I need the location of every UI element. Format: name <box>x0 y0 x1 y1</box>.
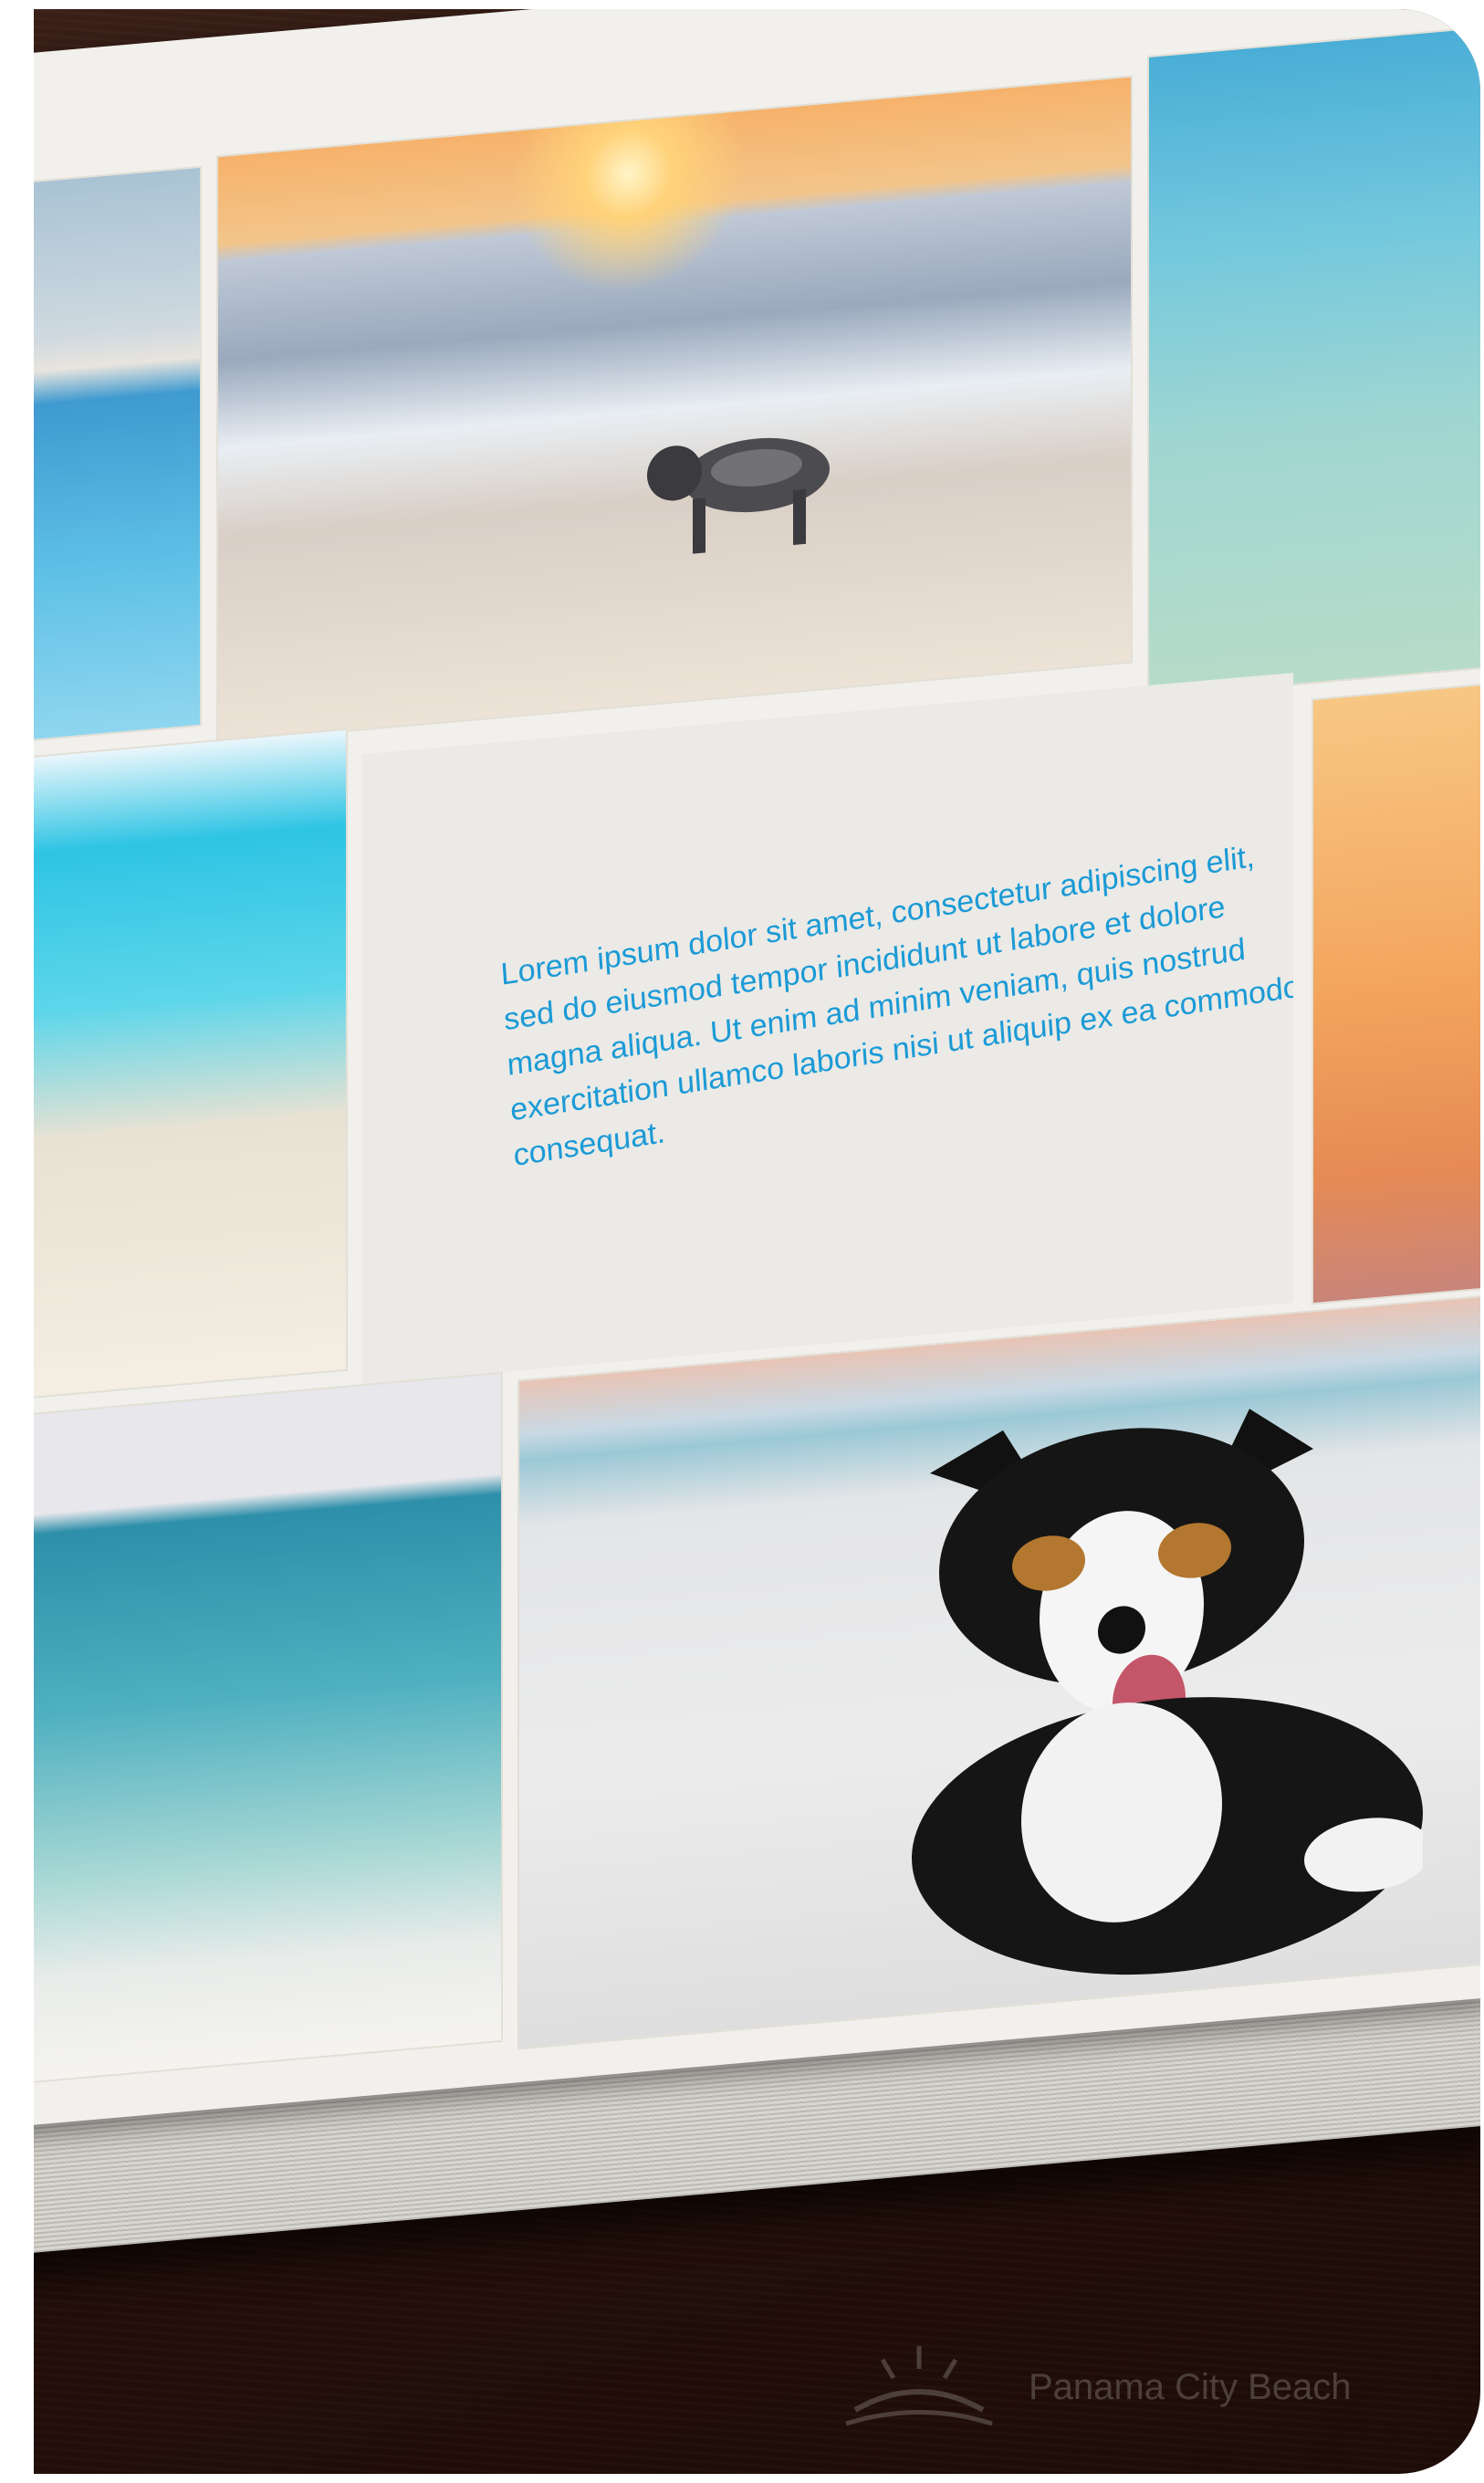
photo-pool <box>34 165 202 745</box>
caption-text: Lorem ipsum dolor sit amet, consectetur … <box>499 839 1293 1174</box>
caption-block: Lorem ipsum dolor sit amet, consectetur … <box>362 673 1293 1385</box>
photo-sea <box>34 1371 503 2087</box>
photo-shoreline <box>34 728 348 1402</box>
dog-silhouette <box>647 437 830 554</box>
photo-frame: Lorem ipsum dolor sit amet, consectetur … <box>34 9 1480 2474</box>
person-silhouette <box>1478 74 1480 357</box>
photo-sunset <box>1312 671 1480 1305</box>
book-spread: Lorem ipsum dolor sit amet, consectetur … <box>34 9 1480 2136</box>
watermark-text: Panama City Beach <box>1029 2366 1352 2407</box>
photo-person-wading <box>1147 14 1480 699</box>
dog-portrait-silhouette <box>912 1409 1423 1975</box>
photo-dog-in-sand <box>517 1293 1480 2050</box>
sunset-logo-icon <box>845 2346 993 2426</box>
photo-dog-on-beach-at-sunset <box>216 75 1133 744</box>
photo-book: Lorem ipsum dolor sit amet, consectetur … <box>34 9 1480 2346</box>
watermark: Panama City Beach <box>837 2337 1352 2437</box>
